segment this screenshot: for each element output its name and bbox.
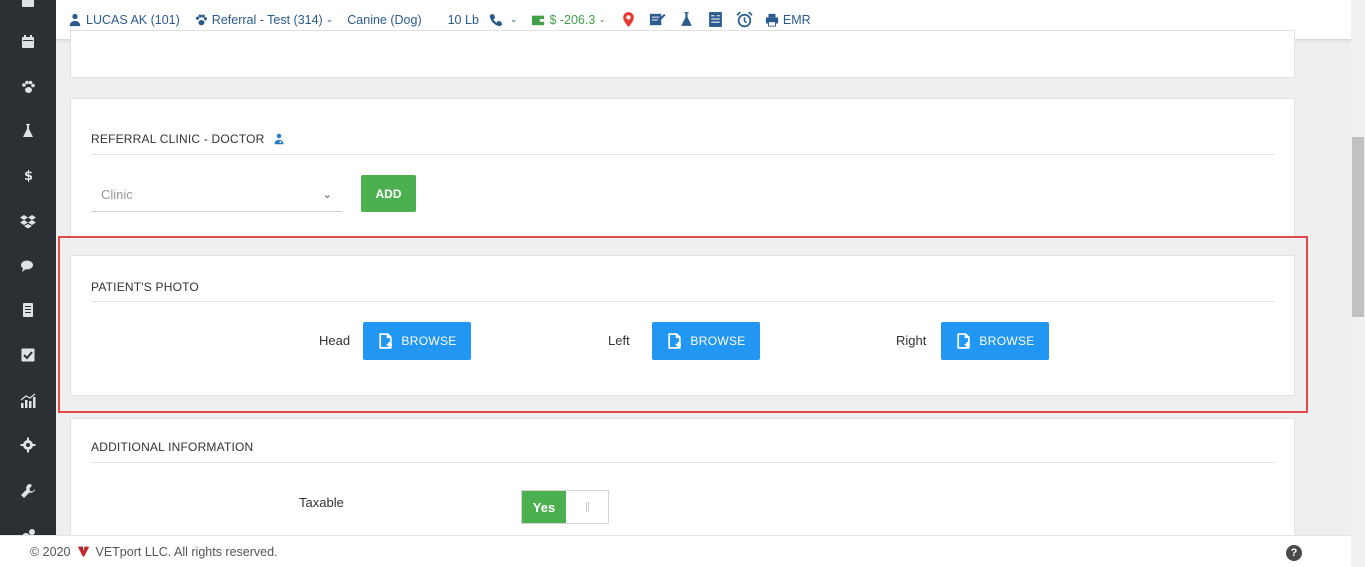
patient-name[interactable]: LUCAS AK (101) xyxy=(68,13,180,27)
additional-section-title: ADDITIONAL INFORMATION xyxy=(91,440,254,454)
printer-icon xyxy=(765,13,778,27)
notes-icon xyxy=(708,12,722,27)
sidebar-item-tasks[interactable] xyxy=(0,340,56,370)
page-scrollbar-thumb[interactable] xyxy=(1352,137,1364,317)
edit-record-button[interactable] xyxy=(649,11,666,28)
reminder-button[interactable] xyxy=(736,11,753,28)
sidebar-item-home[interactable] xyxy=(0,0,56,16)
sidebar: $ xyxy=(0,0,56,567)
dollar-icon: $ xyxy=(24,169,33,183)
checkbox-icon xyxy=(21,348,35,362)
taxable-toggle-yes: Yes xyxy=(522,491,566,523)
previous-section-card xyxy=(70,30,1295,78)
chat-icon xyxy=(21,260,33,272)
gear-icon xyxy=(20,437,36,453)
flask-icon xyxy=(681,12,692,26)
sidebar-item-tools[interactable] xyxy=(0,476,56,506)
dropbox-icon xyxy=(20,215,36,229)
help-icon[interactable]: ? xyxy=(1286,545,1302,561)
wrench-icon xyxy=(21,484,35,498)
taxable-toggle[interactable]: Yes xyxy=(521,490,609,524)
referral-section-title: REFERRAL CLINIC - DOCTOR xyxy=(91,132,285,146)
weight-text: 10 Lb xyxy=(447,12,479,27)
sidebar-item-reports[interactable] xyxy=(0,295,56,325)
clinic-select[interactable]: Clinic ⌄ xyxy=(91,177,342,212)
phone-dropdown[interactable]: ⌄ xyxy=(489,13,518,27)
vetport-logo-icon xyxy=(77,546,89,557)
sidebar-item-patients[interactable] xyxy=(0,72,56,102)
calendar-icon xyxy=(22,35,34,48)
chevron-down-icon: ⌄ xyxy=(509,14,518,24)
alarm-clock-icon xyxy=(736,11,753,28)
chart-icon xyxy=(20,393,36,408)
additional-info-card: ADDITIONAL INFORMATION Taxable xyxy=(70,418,1295,548)
copyright-text: © 2020 xyxy=(30,544,71,559)
notes-button[interactable] xyxy=(707,11,724,28)
document-icon xyxy=(23,303,33,317)
user-icon xyxy=(69,13,81,26)
lab-button[interactable] xyxy=(678,11,695,28)
highlight-box xyxy=(58,236,1308,413)
sidebar-item-messages[interactable] xyxy=(0,251,56,281)
wallet-icon xyxy=(532,15,545,25)
chevron-down-icon: ⌄ xyxy=(325,14,334,24)
sidebar-item-settings[interactable] xyxy=(0,430,56,460)
company-text: VETport LLC. All rights reserved. xyxy=(95,544,278,559)
toggle-handle xyxy=(566,491,608,523)
balance-dropdown[interactable]: $ -206.3 ⌄ xyxy=(531,13,606,27)
footer: © 2020 VETport LLC. All rights reserved. xyxy=(0,535,1351,567)
referral-divider xyxy=(91,154,1275,155)
sidebar-item-calendar[interactable] xyxy=(0,27,56,57)
sidebar-item-billing[interactable]: $ xyxy=(0,160,56,190)
flask-icon xyxy=(23,124,33,137)
sidebar-item-lab[interactable] xyxy=(0,116,56,146)
additional-divider xyxy=(91,462,1275,463)
chevron-down-icon: ⌄ xyxy=(322,188,332,201)
map-pin-icon xyxy=(623,12,634,27)
add-clinic-button[interactable]: ADD xyxy=(361,175,416,212)
referral-dropdown[interactable]: Referral - Test (314) ⌄ xyxy=(194,13,333,27)
doctor-icon xyxy=(274,133,283,145)
sidebar-item-inventory[interactable] xyxy=(0,206,56,236)
referral-clinic-card: REFERRAL CLINIC - DOCTOR Clinic ⌄ ADD xyxy=(70,98,1295,238)
edit-sheet-icon xyxy=(649,13,666,26)
taxable-label: Taxable xyxy=(299,495,344,510)
svg-text:$: $ xyxy=(24,169,33,183)
home-icon xyxy=(22,0,34,7)
sidebar-item-analytics[interactable] xyxy=(0,386,56,416)
chevron-down-icon: ⌄ xyxy=(598,14,606,24)
emr-print-button[interactable]: EMR xyxy=(765,13,811,27)
phone-icon xyxy=(489,13,503,26)
paw-icon xyxy=(22,80,35,93)
species-text: Canine (Dog) xyxy=(347,12,422,27)
location-button[interactable] xyxy=(620,11,637,28)
paw-icon xyxy=(195,13,207,25)
